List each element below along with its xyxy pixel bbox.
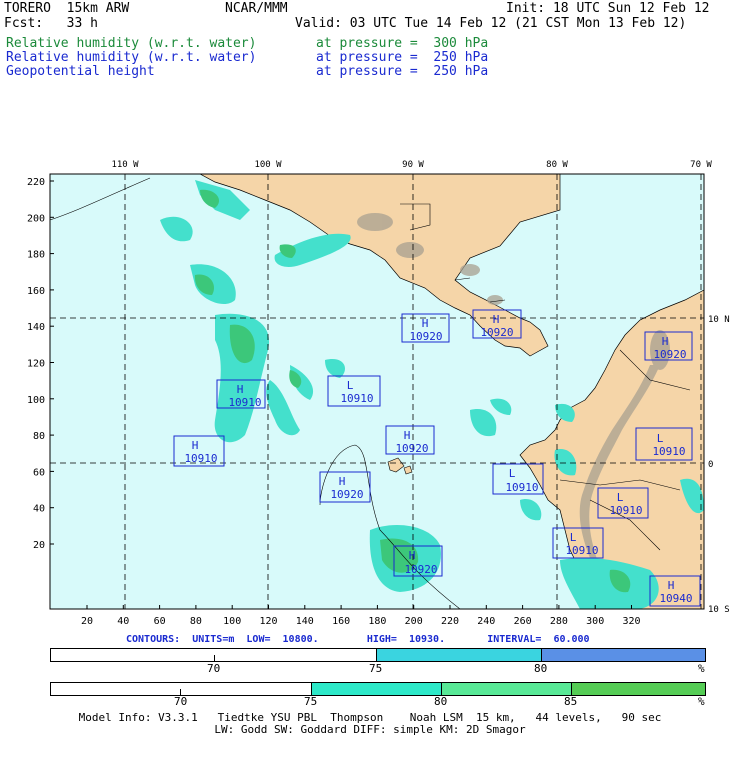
svg-text:10910: 10910 bbox=[340, 392, 373, 405]
svg-text:H: H bbox=[237, 383, 244, 396]
y-tick-label: 20 bbox=[33, 540, 45, 551]
svg-text:L: L bbox=[347, 379, 354, 392]
colorbar-1 bbox=[50, 648, 706, 662]
svg-text:10920: 10920 bbox=[330, 488, 363, 501]
y-tick-label: 140 bbox=[27, 322, 45, 333]
colorbar-2-unit: % bbox=[698, 695, 705, 708]
colorbar-2-seg-3 bbox=[442, 683, 572, 695]
lon-label-90w: 90 W bbox=[402, 160, 424, 170]
svg-text:H: H bbox=[404, 429, 411, 442]
x-tick-label: 160 bbox=[332, 616, 350, 627]
x-tick-label: 80 bbox=[190, 616, 202, 627]
forecast-hour: Fcst: 33 h bbox=[4, 16, 98, 31]
colorbar-1-label-70: 70 bbox=[207, 662, 221, 675]
svg-text:H: H bbox=[339, 475, 346, 488]
svg-text:H: H bbox=[668, 579, 675, 592]
svg-text:10910: 10910 bbox=[228, 396, 261, 409]
lat-label-0: 0 bbox=[708, 460, 713, 470]
model-name: TORERO 15km ARW bbox=[4, 1, 130, 16]
svg-text:L: L bbox=[617, 491, 624, 504]
svg-text:H: H bbox=[422, 317, 429, 330]
colorbar-1-label-80: 80 bbox=[534, 662, 548, 675]
svg-text:10920: 10920 bbox=[653, 348, 686, 361]
svg-text:H: H bbox=[662, 335, 669, 348]
svg-text:H: H bbox=[192, 439, 199, 452]
colorbar-1-label-75: 75 bbox=[369, 662, 383, 675]
x-tick-label: 240 bbox=[477, 616, 495, 627]
svg-text:10910: 10910 bbox=[505, 481, 538, 494]
x-tick-label: 20 bbox=[81, 616, 93, 627]
x-tick-label: 280 bbox=[550, 616, 568, 627]
x-tick-label: 320 bbox=[622, 616, 640, 627]
colorbar-2-seg-1 bbox=[51, 683, 312, 695]
y-tick-label: 200 bbox=[27, 213, 45, 224]
colorbar-2-label-75: 75 bbox=[304, 695, 318, 708]
x-tick-label: 260 bbox=[514, 616, 532, 627]
contour-info: CONTOURS: UNITS=m LOW= 10800. HIGH= 1093… bbox=[126, 634, 590, 645]
field-2-level: at pressure = 250 hPa bbox=[316, 50, 489, 65]
valid-time: Valid: 03 UTC Tue 14 Feb 12 (21 CST Mon … bbox=[295, 16, 687, 31]
colorbar-2-seg-2 bbox=[312, 683, 442, 695]
lon-label-70w: 70 W bbox=[690, 160, 712, 170]
svg-text:10910: 10910 bbox=[565, 544, 598, 557]
init-time: Init: 18 UTC Sun 12 Feb 12 bbox=[506, 1, 710, 16]
field-2-name: Relative humidity (w.r.t. water) bbox=[6, 50, 257, 65]
svg-text:L: L bbox=[509, 467, 516, 480]
colorbar-2 bbox=[50, 682, 706, 696]
svg-text:10920: 10920 bbox=[480, 326, 513, 339]
lon-label-110w: 110 W bbox=[111, 160, 139, 170]
colorbar-1-tick bbox=[214, 655, 215, 661]
svg-text:L: L bbox=[570, 531, 577, 544]
lon-label-80w: 80 W bbox=[546, 160, 568, 170]
colorbar-2-label-80: 80 bbox=[434, 695, 448, 708]
svg-text:10940: 10940 bbox=[659, 592, 692, 605]
svg-text:10910: 10910 bbox=[609, 504, 642, 517]
colorbar-1-seg-3 bbox=[542, 649, 705, 661]
center-name: NCAR/MMM bbox=[225, 1, 288, 16]
lat-label-10n: 10 N bbox=[708, 315, 730, 325]
y-tick-label: 180 bbox=[27, 250, 45, 261]
y-tick-label: 220 bbox=[27, 177, 45, 188]
lat-label-10s: 10 S bbox=[708, 605, 730, 615]
colorbar-1-unit: % bbox=[698, 662, 705, 675]
x-tick-label: 60 bbox=[154, 616, 166, 627]
svg-text:10920: 10920 bbox=[409, 330, 442, 343]
svg-text:H: H bbox=[493, 313, 500, 326]
field-3-name: Geopotential height bbox=[6, 64, 155, 79]
x-tick-label: 300 bbox=[586, 616, 604, 627]
svg-text:L: L bbox=[657, 432, 664, 445]
model-info-line-2: LW: Godd SW: Goddard DIFF: simple KM: 2D… bbox=[214, 723, 526, 736]
svg-text:10910: 10910 bbox=[184, 452, 217, 465]
x-tick-label: 220 bbox=[441, 616, 459, 627]
lon-label-100w: 100 W bbox=[254, 160, 282, 170]
x-tick-label: 40 bbox=[117, 616, 129, 627]
x-tick-label: 100 bbox=[223, 616, 241, 627]
svg-text:H: H bbox=[409, 549, 416, 562]
field-1-level: at pressure = 300 hPa bbox=[316, 36, 489, 51]
y-tick-label: 80 bbox=[33, 431, 45, 442]
x-tick-label: 120 bbox=[259, 616, 277, 627]
svg-text:10910: 10910 bbox=[652, 445, 685, 458]
y-tick-label: 60 bbox=[33, 467, 45, 478]
y-tick-label: 100 bbox=[27, 395, 45, 406]
colorbar-2-seg-4 bbox=[572, 683, 705, 695]
field-3-level: at pressure = 250 hPa bbox=[316, 64, 489, 79]
svg-text:10920: 10920 bbox=[395, 442, 428, 455]
colorbar-2-label-70: 70 bbox=[174, 695, 188, 708]
field-1-name: Relative humidity (w.r.t. water) bbox=[6, 36, 257, 51]
x-tick-label: 180 bbox=[368, 616, 386, 627]
weather-map: 110 W 100 W 90 W 80 W 70 W 10 N 0 10 S H… bbox=[27, 160, 730, 627]
colorbar-1-seg-2 bbox=[377, 649, 542, 661]
y-tick-label: 120 bbox=[27, 359, 45, 370]
colorbar-2-label-85: 85 bbox=[564, 695, 578, 708]
x-tick-label: 200 bbox=[405, 616, 423, 627]
x-tick-label: 140 bbox=[296, 616, 314, 627]
y-tick-label: 40 bbox=[33, 504, 45, 515]
svg-text:10920: 10920 bbox=[404, 563, 437, 576]
y-tick-label: 160 bbox=[27, 286, 45, 297]
